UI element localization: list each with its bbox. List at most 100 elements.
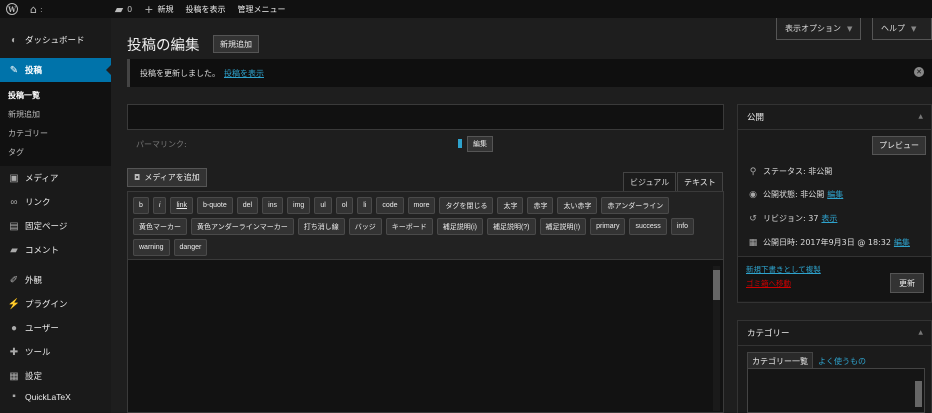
collapse-arrow-icon[interactable]: ▲ bbox=[918, 113, 923, 120]
collapse-arrow-icon[interactable]: ▲ bbox=[918, 329, 923, 336]
copy-draft-link[interactable]: 新規下書きとして複製 bbox=[746, 264, 821, 275]
permalink-url[interactable] bbox=[458, 139, 462, 148]
content-textarea[interactable] bbox=[127, 260, 724, 413]
quicktag-button[interactable]: キーボード bbox=[385, 218, 433, 235]
quicktag-button[interactable]: warning bbox=[133, 239, 170, 256]
menu-settings[interactable]: ▦ 設定 bbox=[0, 364, 111, 388]
categories-box: カテゴリー ▲ カテゴリー一覧 よく使うもの bbox=[737, 320, 932, 413]
categories-box-title: カテゴリー bbox=[747, 329, 790, 339]
admin-bar: W ⌂ : ▰ 0 + 新規 投稿を表示 管理メニュー bbox=[0, 0, 932, 18]
view-post-link[interactable]: 投稿を表示 bbox=[179, 0, 231, 18]
post-status-text: ステータス: 非公開 bbox=[763, 167, 833, 176]
menu-tools[interactable]: ✚ ツール bbox=[0, 340, 111, 364]
submenu-add-new[interactable]: 新規追加 bbox=[0, 105, 111, 124]
notice-view-post-link[interactable]: 投稿を表示 bbox=[224, 68, 264, 79]
quicktag-button[interactable]: 太字 bbox=[497, 197, 524, 214]
submenu-categories[interactable]: カテゴリー bbox=[0, 124, 111, 143]
page-icon: ▤ bbox=[9, 220, 19, 232]
quicktag-button[interactable]: li bbox=[357, 197, 373, 214]
quicktag-button[interactable]: 打ち消し線 bbox=[297, 218, 345, 235]
visibility-text: 公開状態: 非公開 bbox=[763, 190, 825, 199]
quicktag-button[interactable]: primary bbox=[590, 218, 626, 235]
menu-links[interactable]: ∞ リンク bbox=[0, 190, 111, 214]
menu-quicklatex[interactable]: ▪ QuickLaTeX bbox=[0, 388, 111, 402]
plugin-icon: ⚡ bbox=[7, 298, 21, 310]
tab-text[interactable]: テキスト bbox=[677, 172, 723, 192]
permalink-label: パーマリンク: bbox=[136, 140, 187, 149]
update-notice: 投稿を更新しました。 投稿を表示 ✕ bbox=[127, 59, 932, 87]
quicktag-button[interactable]: 黄色マーカー bbox=[133, 218, 187, 235]
quicktag-button[interactable]: 太い赤字 bbox=[557, 197, 598, 214]
new-content-link[interactable]: + 新規 bbox=[138, 0, 179, 18]
menu-quicklatex-label: QuickLaTeX bbox=[25, 392, 71, 402]
quicktag-button[interactable]: バッジ bbox=[348, 218, 382, 235]
post-status-row: ⚲ ステータス: 非公開 bbox=[747, 166, 833, 177]
menu-posts[interactable]: ✎ 投稿 bbox=[0, 58, 111, 82]
quicktag-button[interactable]: 補足説明(?) bbox=[486, 218, 536, 235]
post-title-input[interactable] bbox=[127, 104, 724, 130]
quicktag-button[interactable]: info bbox=[670, 218, 695, 235]
permalink-edit-button[interactable]: 編集 bbox=[467, 136, 493, 152]
add-media-button[interactable]: ◘ メディアを追加 bbox=[127, 168, 207, 187]
trash-link[interactable]: ゴミ箱へ移動 bbox=[746, 278, 791, 289]
quicktag-button[interactable]: 赤字 bbox=[527, 197, 554, 214]
quicktag-button[interactable]: b-quote bbox=[196, 197, 233, 214]
menu-users[interactable]: ● ユーザー bbox=[0, 316, 111, 340]
update-button[interactable]: 更新 bbox=[890, 273, 924, 293]
add-new-button[interactable]: 新規追加 bbox=[213, 35, 259, 53]
comments-link[interactable]: ▰ 0 bbox=[109, 0, 139, 18]
quicktag-button[interactable]: del bbox=[236, 197, 259, 214]
quicktag-button[interactable]: danger bbox=[173, 239, 208, 256]
menu-comments[interactable]: ▰ コメント bbox=[0, 238, 111, 262]
quicktag-button[interactable]: i bbox=[152, 197, 167, 214]
quicktag-button[interactable]: success bbox=[629, 218, 667, 235]
quicktag-button[interactable]: b bbox=[133, 197, 149, 214]
tab-visual[interactable]: ビジュアル bbox=[623, 172, 677, 192]
quicktag-button[interactable]: ul bbox=[314, 197, 332, 214]
preview-button[interactable]: プレビュー bbox=[872, 136, 926, 155]
menu-pages[interactable]: ▤ 固定ページ bbox=[0, 214, 111, 238]
categories-box-header[interactable]: カテゴリー ▲ bbox=[738, 321, 931, 346]
quicktag-button[interactable]: img bbox=[287, 197, 311, 214]
category-scrollbar-thumb[interactable] bbox=[915, 381, 922, 407]
menu-plugins[interactable]: ⚡ プラグイン bbox=[0, 292, 111, 316]
quicktag-button[interactable]: 補足説明(i) bbox=[436, 218, 483, 235]
dismiss-icon[interactable]: ✕ bbox=[914, 67, 924, 77]
publish-actions: 新規下書きとして複製 ゴミ箱へ移動 更新 bbox=[738, 256, 931, 301]
link-icon: ∞ bbox=[10, 196, 18, 208]
quicktag-button[interactable]: タグを閉じる bbox=[439, 197, 494, 214]
category-checklist[interactable] bbox=[747, 368, 925, 413]
quicktag-button[interactable]: ol bbox=[335, 197, 354, 214]
admin-menu-link[interactable]: 管理メニュー bbox=[231, 0, 291, 18]
help-button[interactable]: ヘルプ ▼ bbox=[872, 18, 932, 40]
menu-media[interactable]: ▣ メディア bbox=[0, 166, 111, 190]
quicktag-button[interactable]: 黄色アンダーラインマーカー bbox=[191, 218, 294, 235]
site-name-link[interactable]: ⌂ : bbox=[24, 0, 49, 18]
wordpress-logo[interactable]: W bbox=[0, 0, 24, 18]
publish-date-edit-link[interactable]: 編集 bbox=[894, 237, 910, 248]
submenu-tags[interactable]: タグ bbox=[0, 143, 111, 162]
editor-scrollbar-thumb[interactable] bbox=[713, 270, 720, 300]
site-name-colon: : bbox=[39, 4, 43, 14]
quicktag-button[interactable]: 赤アンダーライン bbox=[601, 197, 670, 214]
quicktag-button[interactable]: ins bbox=[262, 197, 284, 214]
tab-popular-categories[interactable]: よく使うもの bbox=[813, 353, 871, 370]
menu-settings-label: 設定 bbox=[25, 371, 43, 381]
quicktag-button[interactable]: code bbox=[376, 197, 404, 214]
screen-options-button[interactable]: 表示オプション ▼ bbox=[776, 18, 862, 40]
quicktag-button[interactable]: 補足説明(!) bbox=[539, 218, 587, 235]
submenu-all-posts[interactable]: 投稿一覧 bbox=[0, 86, 111, 105]
dashboard-icon: ◐ bbox=[10, 34, 18, 46]
pin-icon: ⚲ bbox=[749, 166, 757, 177]
revisions-text: リビジョン: 37 bbox=[763, 214, 819, 223]
publish-box-title: 公開 bbox=[747, 113, 765, 123]
visibility-edit-link[interactable]: 編集 bbox=[827, 189, 843, 200]
publish-box-header[interactable]: 公開 ▲ bbox=[738, 105, 931, 130]
quicktag-button[interactable]: more bbox=[407, 197, 436, 214]
revisions-row: ↺ リビジョン: 37 表示 bbox=[747, 213, 837, 224]
menu-users-label: ユーザー bbox=[25, 323, 59, 333]
menu-dashboard[interactable]: ◐ ダッシュボード bbox=[0, 28, 111, 52]
revisions-link[interactable]: 表示 bbox=[821, 213, 837, 224]
quicktag-button[interactable]: link bbox=[170, 197, 193, 214]
menu-appearance[interactable]: ✐ 外観 bbox=[0, 268, 111, 292]
